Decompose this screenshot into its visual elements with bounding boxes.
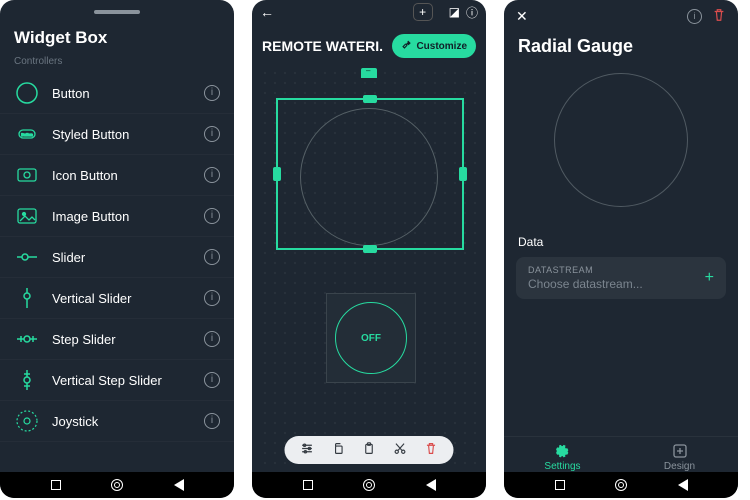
- nav-recent-icon[interactable]: [555, 480, 565, 490]
- nav-back-icon[interactable]: [678, 479, 688, 491]
- sheet-handle[interactable]: [94, 10, 140, 14]
- widget-row-slider[interactable]: Slideri: [0, 237, 234, 278]
- gauge-ring: [300, 108, 438, 246]
- dashboard-editor-screen: ← + ◪ ⓘ REMOTE WATERI... Customize OFF: [252, 0, 486, 498]
- settings-icon[interactable]: [301, 442, 314, 458]
- nav-recent-icon[interactable]: [303, 480, 313, 490]
- widget-row-image-button[interactable]: Image Buttoni: [0, 196, 234, 237]
- widget-label: Vertical Slider: [52, 291, 204, 306]
- nav-home-icon[interactable]: [363, 479, 375, 491]
- page-title: Widget Box: [0, 28, 234, 56]
- info-icon[interactable]: i: [204, 126, 220, 142]
- widget-label: Joystick: [52, 414, 204, 429]
- widget-title: Radial Gauge: [504, 32, 738, 69]
- picture-square-icon: [14, 203, 40, 229]
- widget-label: Vertical Step Slider: [52, 373, 204, 388]
- tab-design[interactable]: Design: [621, 443, 738, 472]
- info-icon[interactable]: i: [204, 249, 220, 265]
- hstep-icon: [14, 326, 40, 352]
- widget-row-styled-button[interactable]: Button Styled Buttoni: [0, 114, 234, 155]
- section-label: Controllers: [0, 56, 234, 73]
- resize-handle-bottom[interactable]: [363, 245, 377, 253]
- copy-icon[interactable]: [332, 442, 345, 458]
- vslider-icon: [14, 285, 40, 311]
- remove-widget-handle[interactable]: [361, 68, 377, 78]
- field-label: DATASTREAM: [528, 265, 714, 275]
- settings-tabs: Settings Design: [504, 436, 738, 472]
- widget-label: Button: [52, 86, 204, 101]
- gauge-preview: [504, 69, 738, 235]
- widget-row-step-slider[interactable]: Step Slideri: [0, 319, 234, 360]
- resize-handle-left[interactable]: [273, 167, 281, 181]
- cut-icon[interactable]: [394, 442, 407, 458]
- info-icon[interactable]: i: [204, 208, 220, 224]
- customize-label: Customize: [416, 41, 467, 52]
- android-nav-bar: [504, 472, 738, 498]
- add-datastream-icon[interactable]: +: [705, 269, 714, 287]
- widget-label: Slider: [52, 250, 204, 265]
- button-widget[interactable]: OFF: [326, 293, 416, 383]
- widget-label: Step Slider: [52, 332, 204, 347]
- tab-settings[interactable]: Settings: [504, 443, 621, 472]
- svg-text:Button: Button: [21, 132, 33, 137]
- nav-recent-icon[interactable]: [51, 480, 61, 490]
- customize-button[interactable]: Customize: [392, 34, 476, 58]
- widget-label: Styled Button: [52, 127, 204, 142]
- widget-canvas[interactable]: OFF: [260, 68, 478, 490]
- info-icon[interactable]: i: [204, 85, 220, 101]
- widget-row-vertical-slider[interactable]: Vertical Slideri: [0, 278, 234, 319]
- device-title: REMOTE WATERI...: [262, 38, 384, 54]
- info-icon[interactable]: i: [204, 413, 220, 429]
- add-widget-button[interactable]: +: [413, 3, 433, 21]
- settings-topbar: ✕ i: [504, 0, 738, 32]
- gauge-ring: [554, 73, 688, 207]
- datastream-field[interactable]: DATASTREAM Choose datastream... +: [516, 257, 726, 299]
- widget-label: Image Button: [52, 209, 204, 224]
- bell-icon[interactable]: ◪: [449, 5, 460, 19]
- trash-icon[interactable]: [712, 8, 726, 25]
- back-icon[interactable]: ←: [260, 4, 274, 20]
- nav-back-icon[interactable]: [174, 479, 184, 491]
- radial-gauge-widget-selected[interactable]: [276, 98, 464, 250]
- widget-row-vertical-step-slider[interactable]: Vertical Step Slideri: [0, 360, 234, 401]
- vstep-icon: [14, 367, 40, 393]
- section-data: Data: [504, 235, 738, 257]
- nav-home-icon[interactable]: [111, 479, 123, 491]
- editor-topbar: ← + ◪ ⓘ: [252, 0, 486, 24]
- tab-settings-label: Settings: [544, 461, 580, 472]
- widget-label: Icon Button: [52, 168, 204, 183]
- joystick-icon: [14, 408, 40, 434]
- field-placeholder: Choose datastream...: [528, 277, 714, 291]
- android-nav-bar: [252, 472, 486, 498]
- info-icon[interactable]: i: [204, 290, 220, 306]
- android-nav-bar: [0, 472, 234, 498]
- pill-icon: Button: [14, 121, 40, 147]
- editor-header: REMOTE WATERI... Customize: [252, 24, 486, 66]
- hslider-icon: [14, 244, 40, 270]
- widget-row-joystick[interactable]: Joysticki: [0, 401, 234, 442]
- info-icon[interactable]: ⓘ: [466, 4, 478, 21]
- paste-icon[interactable]: [363, 442, 376, 458]
- nav-home-icon[interactable]: [615, 479, 627, 491]
- widget-row-icon-button[interactable]: Icon Buttoni: [0, 155, 234, 196]
- info-icon[interactable]: i: [204, 372, 220, 388]
- widget-list: ButtoniButtonStyled ButtoniIcon ButtoniI…: [0, 73, 234, 498]
- circle-icon: [14, 80, 40, 106]
- widget-action-tray: [285, 436, 454, 464]
- button-state[interactable]: OFF: [335, 302, 407, 374]
- resize-handle-top[interactable]: [363, 95, 377, 103]
- wrench-icon: [401, 39, 412, 53]
- widget-box-screen: Widget Box Controllers ButtoniButtonStyl…: [0, 0, 234, 498]
- nav-back-icon[interactable]: [426, 479, 436, 491]
- info-icon[interactable]: i: [204, 331, 220, 347]
- trash-icon[interactable]: [425, 442, 438, 458]
- widget-row-button[interactable]: Buttoni: [0, 73, 234, 114]
- close-icon[interactable]: ✕: [516, 8, 528, 25]
- resize-handle-right[interactable]: [459, 167, 467, 181]
- tab-design-label: Design: [664, 461, 695, 472]
- widget-settings-screen: ✕ i Radial Gauge Data DATASTREAM Choose …: [504, 0, 738, 498]
- info-icon[interactable]: i: [204, 167, 220, 183]
- info-icon[interactable]: i: [687, 9, 702, 24]
- camera-square-icon: [14, 162, 40, 188]
